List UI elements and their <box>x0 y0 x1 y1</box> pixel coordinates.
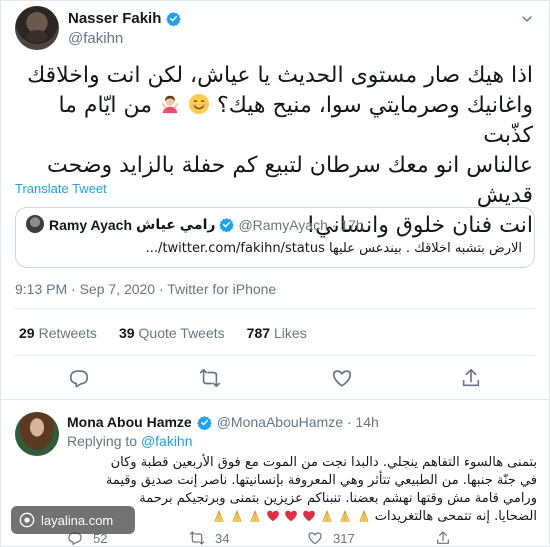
red-heart-icon <box>267 510 279 522</box>
reply-author-name[interactable]: Mona Abou Hamze <box>67 414 192 430</box>
like-icon[interactable] <box>307 530 323 546</box>
folded-hands-icon <box>213 509 224 522</box>
quote-tweets-stat[interactable]: 39 Quote Tweets <box>119 325 225 341</box>
tweet-action-bar <box>1 367 550 393</box>
tweet-timestamp[interactable]: 9:13 PM · Sep 7, 2020 · Twitter for iPho… <box>15 281 276 297</box>
reply-tweet-header: Mona Abou Hamze @MonaAbouHamze · 14h <box>67 414 379 430</box>
like-count: 317 <box>333 530 355 546</box>
stat-label: Retweets <box>38 325 97 341</box>
reply-text-line: بتمنى هالسوء التفاهم ينجلي. دالبدا نجت م… <box>110 455 537 470</box>
tweet-text-fragment: واغانيك وصرمايتي سوا، منيح هيك؟ <box>217 93 533 118</box>
reply-action-bar: 52 34 317 <box>67 530 537 547</box>
reply-tweet-text: بتمنى هالسوء التفاهم ينجلي. دالبدا نجت م… <box>67 454 537 526</box>
divider <box>15 308 535 309</box>
author-display-name[interactable]: Nasser Fakih <box>68 10 161 27</box>
divider <box>15 355 535 356</box>
verified-badge-icon <box>219 217 235 232</box>
replying-to-label: Replying to <box>67 433 138 449</box>
quoted-author-avatar <box>26 215 44 233</box>
folded-hands-icon <box>359 509 369 522</box>
verified-badge-icon <box>166 11 182 26</box>
likes-stat[interactable]: 787 Likes <box>247 325 307 341</box>
chevron-down-icon[interactable] <box>519 11 535 27</box>
reply-text-line: ورامي قامة مش وقتها نهشم بعضنا. تنبناكم … <box>139 491 537 506</box>
replying-to: Replying to @fakihn <box>67 433 193 449</box>
quoted-author-name: Ramy Ayach <box>49 216 133 233</box>
tweet-text-line: اذا هيك صار مستوى الحديث يا عياش، لكن ان… <box>27 63 533 88</box>
reply-text-fragment: الضحايا. إنه تتمحى هالتغريدات <box>374 509 537 524</box>
stat-count: 787 <box>246 325 271 341</box>
reply-retweet-action[interactable]: 34 <box>189 530 229 546</box>
red-heart-icon <box>285 510 297 522</box>
quoted-handle-time: @RamyAyach · 17h <box>238 216 364 233</box>
emoji-group <box>212 509 371 524</box>
retweet-icon[interactable] <box>189 530 205 546</box>
stat-count: 29 <box>19 325 35 341</box>
verified-badge-icon <box>196 415 212 430</box>
quoted-tweet-text: الارض بتشبه اخلاقك . بيندعس عليها twitte… <box>145 241 522 256</box>
watermark-text: layalina.com <box>41 512 114 528</box>
stat-count: 39 <box>118 325 135 341</box>
retweet-count: 34 <box>215 530 230 546</box>
translate-tweet-link[interactable]: Translate Tweet <box>15 181 107 196</box>
tweet-text-line: واغانيك وصرمايتي سوا، منيح هيك؟ من ايّام… <box>19 91 533 151</box>
folded-hands-icon <box>232 509 242 522</box>
smiling-face-icon <box>188 93 210 115</box>
woman-gesturing-ok-icon <box>159 93 181 115</box>
share-icon[interactable] <box>435 530 451 546</box>
reply-icon[interactable] <box>68 367 90 389</box>
share-icon[interactable] <box>460 367 482 389</box>
reply-author-avatar[interactable] <box>15 412 59 456</box>
folded-hands-icon <box>322 509 332 522</box>
like-icon[interactable] <box>331 367 353 389</box>
watermark: layalina.com <box>11 506 135 534</box>
replying-to-mention[interactable]: @fakihn <box>141 433 193 449</box>
folded-hands-icon <box>340 509 350 522</box>
author-name-row: Nasser Fakih <box>68 10 182 27</box>
engagement-stats: 29 Retweets 39 Quote Tweets 787 Likes <box>19 325 307 341</box>
reply-share-action[interactable] <box>435 530 451 546</box>
quoted-tweet-header: Ramy Ayach رامي عياش @RamyAyach · 17h <box>49 216 364 233</box>
red-heart-icon <box>303 510 316 522</box>
quoted-author-name-arabic: رامي عياش <box>136 216 216 232</box>
quoted-tweet[interactable]: Ramy Ayach رامي عياش @RamyAyach · 17h ال… <box>15 207 535 268</box>
reply-text-line: في جنّة جنبها. من الطبيعي تتأثر وهي المع… <box>105 473 537 488</box>
retweet-icon[interactable] <box>199 367 221 389</box>
watermark-logo-icon <box>19 512 35 528</box>
retweets-stat[interactable]: 29 Retweets <box>19 325 97 341</box>
tweet-card: Nasser Fakih @fakihn اذا هيك صار مستوى ا… <box>0 0 550 547</box>
stat-label: Likes <box>274 325 307 341</box>
author-handle[interactable]: @fakihn <box>68 30 123 47</box>
stat-label: Quote Tweets <box>138 325 225 341</box>
folded-hands-icon <box>250 509 260 522</box>
reply-like-action[interactable]: 317 <box>307 530 355 546</box>
reply-text-line: الضحايا. إنه تتمحى هالتغريدات <box>67 508 537 526</box>
reply-handle-time: @MonaAbouHamze · 14h <box>216 414 379 430</box>
author-avatar[interactable] <box>15 6 59 50</box>
